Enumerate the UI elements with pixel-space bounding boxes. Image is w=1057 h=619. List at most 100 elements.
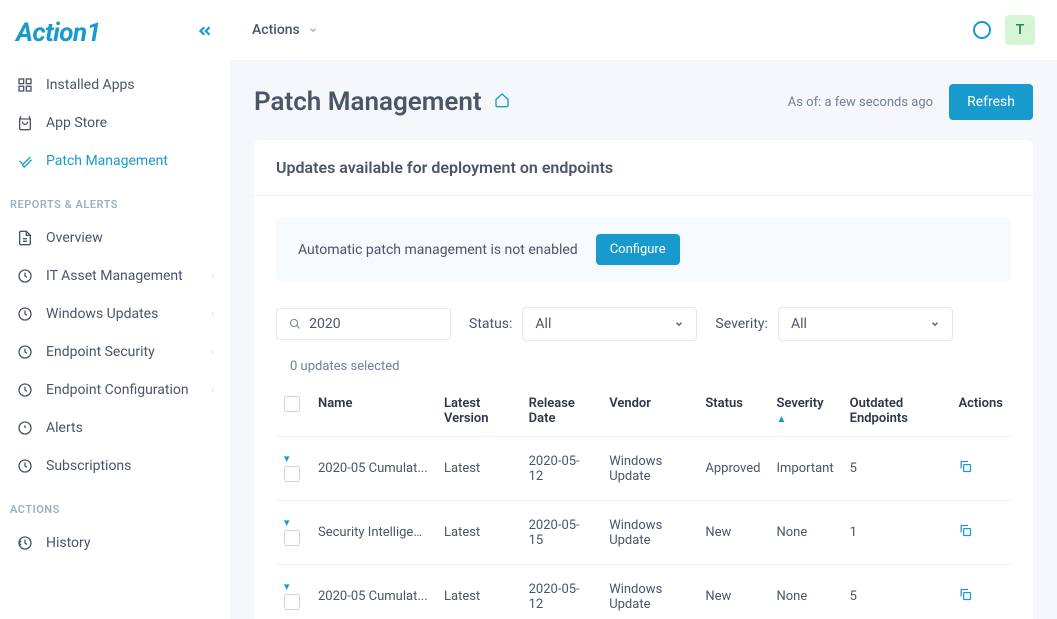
updates-card: Updates available for deployment on endp… — [254, 140, 1033, 619]
sidebar-item-it-asset-management[interactable]: IT Asset Management› — [0, 257, 230, 295]
table-row: ▾ 2020-05 Cumulat... Latest 2020-05-12 W… — [276, 565, 1011, 619]
actions-label: Actions — [252, 22, 300, 38]
row-checkbox[interactable] — [284, 466, 300, 482]
col-status[interactable]: Status — [697, 386, 768, 437]
sidebar-item-label: Subscriptions — [46, 458, 131, 474]
cell-status: New — [697, 501, 768, 565]
status-filter: Status: All — [469, 307, 697, 341]
sidebar-item-patch-management[interactable]: Patch Management — [0, 142, 230, 180]
sort-asc-icon: ▲ — [776, 414, 786, 425]
col-severity[interactable]: Severity▲ — [768, 386, 841, 437]
cell-version: Latest — [436, 565, 521, 619]
status-label: Status: — [469, 316, 512, 332]
expand-row-icon[interactable]: ▾ — [284, 516, 290, 529]
cell-outdated: 5 — [842, 565, 951, 619]
sidebar-item-label: IT Asset Management — [46, 268, 183, 284]
expand-row-icon[interactable]: ▾ — [284, 580, 290, 593]
row-checkbox[interactable] — [284, 594, 300, 610]
sidebar-item-overview[interactable]: Overview — [0, 219, 230, 257]
page-title-wrap: Patch Management — [254, 87, 510, 117]
cell-version: Latest — [436, 501, 521, 565]
severity-filter: Severity: All — [715, 307, 953, 341]
cell-vendor: Windows Update — [601, 565, 697, 619]
sidebar-item-label: History — [46, 535, 91, 551]
main: Actions T Patch Management As of: a few … — [230, 0, 1057, 619]
chevron-right-icon: › — [211, 309, 214, 320]
row-checkbox[interactable] — [284, 530, 300, 546]
copy-icon[interactable] — [958, 588, 973, 606]
card-title: Updates available for deployment on endp… — [254, 140, 1033, 196]
sidebar-item-installed-apps[interactable]: Installed Apps — [0, 66, 230, 104]
sidebar-item-subscriptions[interactable]: Subscriptions — [0, 447, 230, 485]
configure-button[interactable]: Configure — [596, 234, 680, 265]
cell-name: 2020-05 Cumulat... — [318, 589, 428, 604]
select-all-checkbox[interactable] — [284, 396, 300, 412]
cell-date: 2020-05-15 — [521, 501, 602, 565]
chevron-right-icon: › — [211, 347, 214, 358]
sidebar-item-history[interactable]: History — [0, 524, 230, 562]
chevron-right-icon: › — [211, 385, 214, 396]
col-outdated[interactable]: Outdated Endpoints — [842, 386, 951, 437]
col-vendor[interactable]: Vendor — [601, 386, 697, 437]
chevron-down-icon — [308, 25, 318, 35]
search-box[interactable] — [276, 308, 451, 340]
asof-text: As of: a few seconds ago — [788, 95, 933, 110]
col-name[interactable]: Name — [310, 386, 436, 437]
cell-outdated: 5 — [842, 437, 951, 501]
sidebar: Action1 Installed AppsApp StorePatch Man… — [0, 0, 230, 619]
refresh-button[interactable]: Refresh — [949, 84, 1033, 120]
status-select[interactable]: All — [522, 307, 697, 341]
sidebar-item-label: Overview — [46, 230, 103, 246]
expand-row-icon[interactable]: ▾ — [284, 452, 290, 465]
home-icon[interactable] — [494, 92, 510, 112]
sidebar-item-label: Windows Updates — [46, 306, 158, 322]
help-icon[interactable] — [973, 21, 991, 39]
sidebar-item-label: Alerts — [46, 420, 83, 436]
severity-value: All — [791, 316, 807, 332]
sidebar-item-endpoint-security[interactable]: Endpoint Security › — [0, 333, 230, 371]
chevron-down-icon — [930, 319, 940, 329]
table-row: ▾ Security Intelligen... Latest 2020-05-… — [276, 501, 1011, 565]
alert-icon — [16, 419, 34, 437]
severity-label: Severity: — [715, 316, 768, 332]
header-right: As of: a few seconds ago Refresh — [788, 84, 1033, 120]
avatar[interactable]: T — [1005, 15, 1035, 45]
col-release-date[interactable]: Release Date — [521, 386, 602, 437]
sidebar-item-label: Endpoint Security — [46, 344, 155, 360]
cell-version: Latest — [436, 437, 521, 501]
topbar-right: T — [973, 15, 1035, 45]
cell-date: 2020-05-12 — [521, 565, 602, 619]
clock-icon — [16, 305, 34, 323]
cell-outdated: 1 — [842, 501, 951, 565]
doc-icon — [16, 229, 34, 247]
copy-icon[interactable] — [958, 524, 973, 542]
section-header-actions: ACTIONS — [0, 485, 230, 524]
status-value: All — [535, 316, 551, 332]
cell-severity: None — [768, 501, 841, 565]
sidebar-item-label: App Store — [46, 115, 107, 131]
section-header-reports: REPORTS & ALERTS — [0, 180, 230, 219]
table-row: ▾ 2020-05 Cumulat... Latest 2020-05-12 W… — [276, 437, 1011, 501]
clock-icon — [16, 381, 34, 399]
search-input[interactable] — [309, 316, 438, 332]
col-latest-version[interactable]: Latest Version — [436, 386, 521, 437]
sidebar-item-label: Patch Management — [46, 153, 168, 169]
clock-icon — [16, 267, 34, 285]
collapse-sidebar-icon[interactable] — [196, 22, 214, 45]
cell-vendor: Windows Update — [601, 437, 697, 501]
check-icon — [16, 152, 34, 170]
sidebar-item-windows-updates[interactable]: Windows Updates › — [0, 295, 230, 333]
sidebar-item-app-store[interactable]: App Store — [0, 104, 230, 142]
auto-patch-banner: Automatic patch management is not enable… — [276, 218, 1011, 281]
severity-select[interactable]: All — [778, 307, 953, 341]
selected-count: 0 updates selected — [276, 359, 1011, 374]
cell-date: 2020-05-12 — [521, 437, 602, 501]
actions-menu[interactable]: Actions — [252, 22, 318, 38]
sidebar-item-alerts[interactable]: Alerts — [0, 409, 230, 447]
copy-icon[interactable] — [958, 460, 973, 478]
col-actions: Actions — [950, 386, 1011, 437]
topbar: Actions T — [230, 0, 1057, 60]
card-body: Automatic patch management is not enable… — [254, 196, 1033, 619]
sidebar-item-endpoint-configuration[interactable]: Endpoint Configuration› — [0, 371, 230, 409]
cell-severity: Important — [768, 437, 841, 501]
